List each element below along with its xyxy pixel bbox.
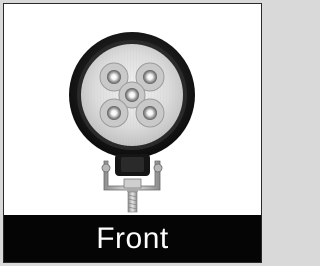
caption-bar: Front <box>4 215 261 262</box>
view-label: Front <box>96 221 169 255</box>
round-led-work-light-icon <box>69 32 195 213</box>
mount <box>101 154 163 213</box>
product-photo <box>4 4 261 217</box>
product-card: Front <box>3 3 262 263</box>
